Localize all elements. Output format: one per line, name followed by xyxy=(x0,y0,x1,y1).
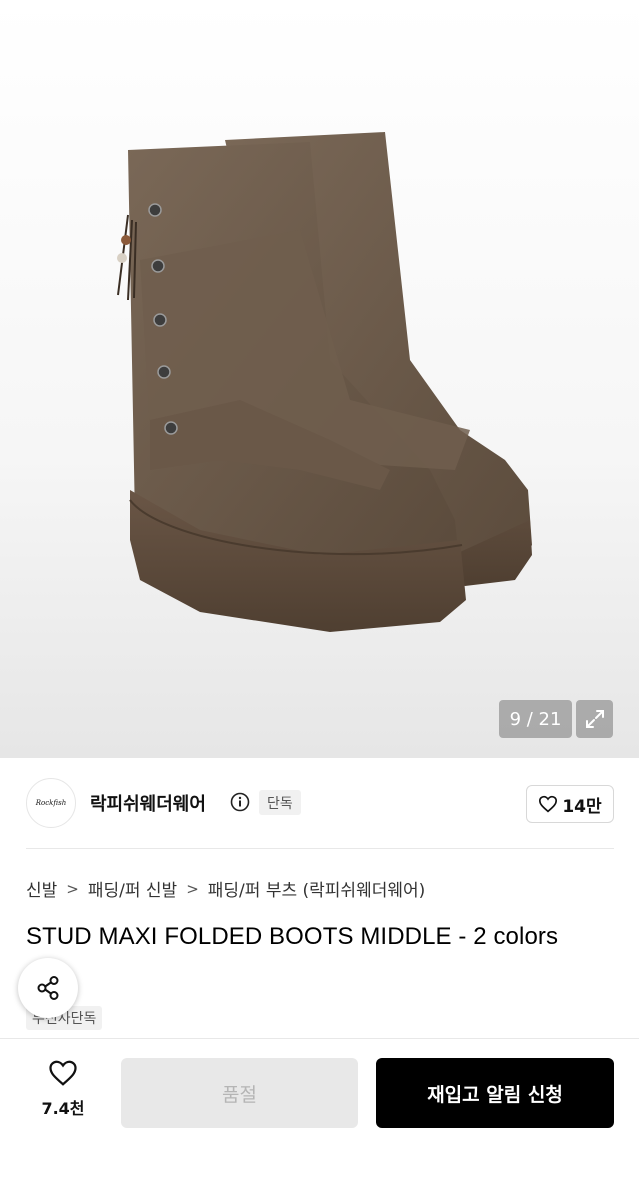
heart-icon xyxy=(49,1060,77,1086)
wishlist-button[interactable]: 7.4천 xyxy=(26,1059,100,1129)
breadcrumb-item[interactable]: 패딩/퍼 신발 xyxy=(88,876,177,901)
product-title-wrap: STUD MAXI FOLDED BOOTS MIDDLE - 2 colors xyxy=(26,919,614,1001)
breadcrumb: 신발 > 패딩/퍼 신발 > 패딩/퍼 부츠 (락피쉬웨더웨어) xyxy=(26,876,425,902)
product-title: STUD MAXI FOLDED BOOTS MIDDLE - 2 colors xyxy=(26,923,559,950)
breadcrumb-item[interactable]: 신발 xyxy=(26,876,57,901)
brand-logo[interactable]: Rockfish xyxy=(26,778,76,828)
boot-product-image xyxy=(117,132,532,632)
exclusive-badge: 단독 xyxy=(259,790,301,815)
share-button[interactable] xyxy=(18,958,78,1018)
soldout-button: 품절 xyxy=(121,1058,358,1128)
restock-alert-button[interactable]: 재입고 알림 신청 xyxy=(376,1058,614,1128)
brand-logo-text: Rockfish xyxy=(35,799,67,807)
bottom-action-bar: 7.4천 품절 재입고 알림 신청 xyxy=(0,1038,639,1200)
brand-name[interactable]: 락피쉬웨더웨어 xyxy=(90,790,206,816)
image-counter: 9 / 21 xyxy=(499,700,572,738)
expand-icon xyxy=(585,710,604,728)
share-icon xyxy=(37,976,59,1000)
expand-button[interactable] xyxy=(576,700,613,738)
brand-like-button[interactable]: 14만 xyxy=(526,785,614,823)
heart-icon xyxy=(539,795,558,813)
chevron-right-icon: > xyxy=(186,879,199,898)
product-image-gallery[interactable]: 9 / 21 xyxy=(0,0,639,758)
breadcrumb-item[interactable]: 패딩/퍼 부츠 (락피쉬웨더웨어) xyxy=(208,876,425,901)
chevron-right-icon: > xyxy=(66,879,79,898)
divider xyxy=(26,848,614,849)
brand-like-count: 14만 xyxy=(562,796,602,817)
info-icon[interactable] xyxy=(230,792,250,812)
brand-row: Rockfish 락피쉬웨더웨어 단독 14만 xyxy=(26,778,614,828)
wishlist-count: 7.4천 xyxy=(41,1099,85,1118)
